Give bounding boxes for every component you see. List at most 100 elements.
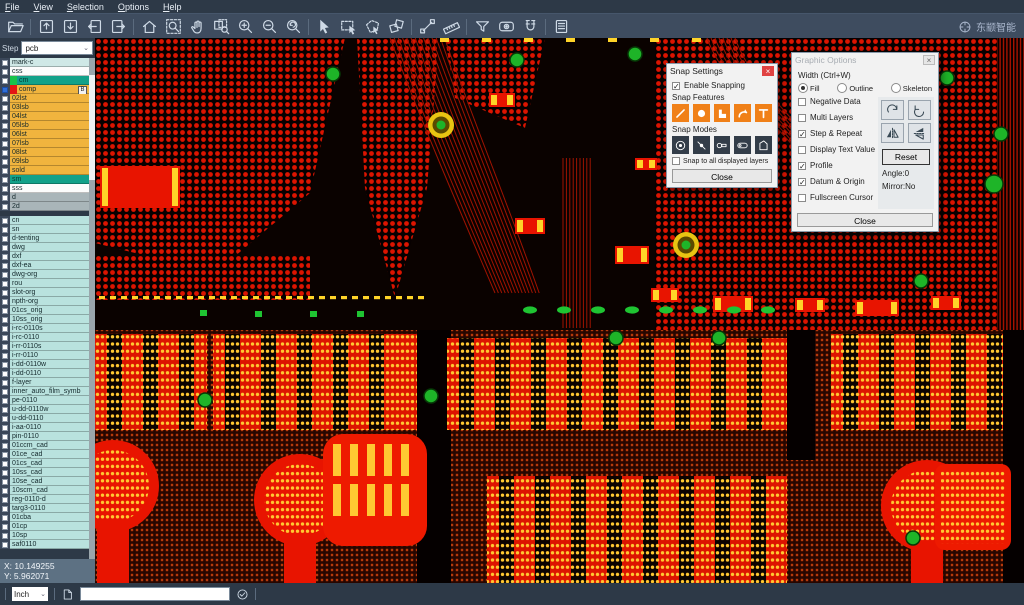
rotate-ccw-button[interactable] xyxy=(908,100,931,120)
layer-row-i-rr-0110[interactable]: i-rr-0110 xyxy=(0,351,95,360)
layer-row-05lsb[interactable]: 05lsb xyxy=(0,121,95,130)
measure-line-button[interactable] xyxy=(415,16,439,38)
layer-visibility-checkbox[interactable] xyxy=(2,497,8,503)
layer-row-07lsb[interactable]: 07lsb xyxy=(0,139,95,148)
pad-snap-button[interactable] xyxy=(693,104,710,122)
menu-view[interactable]: View xyxy=(34,2,53,12)
layer-row-i-rc-0110[interactable]: i-rc-0110 xyxy=(0,333,95,342)
layer-row-sm[interactable]: sm xyxy=(0,175,95,184)
layer-row-01cba[interactable]: 01cba xyxy=(0,513,95,522)
menu-help[interactable]: Help xyxy=(163,2,182,12)
layer-row-css[interactable]: css xyxy=(0,67,95,76)
layer-visibility-checkbox[interactable] xyxy=(2,371,8,377)
layer-visibility-checkbox[interactable] xyxy=(2,461,8,467)
layer-visibility-checkbox[interactable] xyxy=(2,542,8,548)
check-datum-origin[interactable]: Datum & Origin xyxy=(798,177,876,186)
layer-visibility-checkbox[interactable] xyxy=(2,452,8,458)
layer-row-slot-org[interactable]: slot-org xyxy=(0,288,95,297)
layer-visibility-checkbox[interactable] xyxy=(2,506,8,512)
check-fullscreen-cursor[interactable]: Fullscreen Cursor xyxy=(798,193,876,202)
layer-visibility-checkbox[interactable] xyxy=(2,87,8,93)
layer-row-03lsb[interactable]: 03lsb xyxy=(0,103,95,112)
layer-row-i-dd-0110[interactable]: i-dd-0110 xyxy=(0,369,95,378)
home-button[interactable] xyxy=(137,16,161,38)
layer-row-2d[interactable]: 2d xyxy=(0,202,95,211)
layer-visibility-checkbox[interactable] xyxy=(2,114,8,120)
layer-visibility-checkbox[interactable] xyxy=(2,177,8,183)
snap-all-layers-checkbox[interactable] xyxy=(672,157,680,165)
arc-snap-button[interactable] xyxy=(734,104,751,122)
layer-row-sn[interactable]: sn xyxy=(0,225,95,234)
export-button[interactable] xyxy=(106,16,130,38)
select-polygon-button[interactable] xyxy=(360,16,384,38)
layer-row-comp[interactable]: compB xyxy=(0,85,95,94)
pcb-canvas[interactable]: Snap Settings Enable Snapping Snap Featu… xyxy=(95,38,1024,583)
symbol-snap-button[interactable] xyxy=(714,136,731,154)
select-button[interactable] xyxy=(312,16,336,38)
menu-selection[interactable]: Selection xyxy=(67,2,104,12)
snap-dialog-titlebar[interactable]: Snap Settings xyxy=(667,64,777,78)
layer-visibility-checkbox[interactable] xyxy=(2,488,8,494)
layer-visibility-checkbox[interactable] xyxy=(2,204,8,210)
layer-row-rou[interactable]: rou xyxy=(0,279,95,288)
layer-visibility-checkbox[interactable] xyxy=(2,434,8,440)
layer-row-u-dd-0110[interactable]: u-dd-0110 xyxy=(0,414,95,423)
paint-button[interactable] xyxy=(384,16,408,38)
layer-visibility-checkbox[interactable] xyxy=(2,362,8,368)
menu-options[interactable]: Options xyxy=(118,2,149,12)
rotate-cw-button[interactable] xyxy=(881,100,904,120)
layer-row-10ss_orig[interactable]: 10ss_orig xyxy=(0,315,95,324)
layer-row-reg-0110-d[interactable]: reg-0110-d xyxy=(0,495,95,504)
line-snap-button[interactable] xyxy=(672,104,689,122)
radio-skeleton[interactable]: Skeleton xyxy=(891,83,932,93)
ruler-button[interactable] xyxy=(439,16,463,38)
layer-list-scrollbar-thumb[interactable] xyxy=(89,75,95,180)
layer-row-sss[interactable]: sss xyxy=(0,184,95,193)
layer-row-cn[interactable]: cn xyxy=(0,216,95,225)
layer-visibility-checkbox[interactable] xyxy=(2,389,8,395)
layer-visibility-checkbox[interactable] xyxy=(2,60,8,66)
layer-visibility-checkbox[interactable] xyxy=(2,416,8,422)
checkbox[interactable] xyxy=(798,178,806,186)
layer-visibility-checkbox[interactable] xyxy=(2,245,8,251)
layer-visibility-checkbox[interactable] xyxy=(2,150,8,156)
layer-row-06lst[interactable]: 06lst xyxy=(0,130,95,139)
layer-visibility-checkbox[interactable] xyxy=(2,398,8,404)
layer-row-dxf-ea[interactable]: dxf-ea xyxy=(0,261,95,270)
layer-row-dwg-org[interactable]: dwg-org xyxy=(0,270,95,279)
layer-row-dxf[interactable]: dxf xyxy=(0,252,95,261)
pan-button[interactable] xyxy=(185,16,209,38)
layer-visibility-checkbox[interactable] xyxy=(2,218,8,224)
zoom-in-button[interactable] xyxy=(233,16,257,38)
layer-row-04lst[interactable]: 04lst xyxy=(0,112,95,121)
open-button[interactable] xyxy=(3,16,27,38)
layer-row-02lst[interactable]: 02lst xyxy=(0,94,95,103)
checkbox[interactable] xyxy=(798,146,806,154)
layer-visibility-checkbox[interactable] xyxy=(2,236,8,242)
checkbox[interactable] xyxy=(798,98,806,106)
layer-visibility-checkbox[interactable] xyxy=(2,425,8,431)
check-negative-data[interactable]: Negative Data xyxy=(798,97,876,106)
layer-visibility-checkbox[interactable] xyxy=(2,380,8,386)
save-step-button[interactable] xyxy=(34,16,58,38)
layer-row-d-tenting[interactable]: d-tenting xyxy=(0,234,95,243)
layer-visibility-checkbox[interactable] xyxy=(2,254,8,260)
graphic-dialog-close-icon[interactable] xyxy=(923,55,935,65)
layer-visibility-checkbox[interactable] xyxy=(2,443,8,449)
layer-visibility-checkbox[interactable] xyxy=(2,470,8,476)
layer-row-pe-0110[interactable]: pe-0110 xyxy=(0,396,95,405)
layer-row-u-dd-0110w[interactable]: u-dd-0110w xyxy=(0,405,95,414)
layer-row-01cs_cad[interactable]: 01cs_cad xyxy=(0,459,95,468)
radio-fill[interactable]: Fill xyxy=(798,83,820,93)
layer-visibility-checkbox[interactable] xyxy=(2,533,8,539)
save-down-button[interactable] xyxy=(58,16,82,38)
reset-button[interactable]: Reset xyxy=(882,149,930,165)
graphic-close-button[interactable]: Close xyxy=(797,213,933,227)
layer-row-dwg[interactable]: dwg xyxy=(0,243,95,252)
layer-row-10se_cad[interactable]: 10se_cad xyxy=(0,477,95,486)
apply-icon[interactable] xyxy=(236,588,249,601)
snap-dialog-close-icon[interactable] xyxy=(762,66,774,76)
layer-visibility-checkbox[interactable] xyxy=(2,308,8,314)
center-snap-button[interactable] xyxy=(672,136,689,154)
zoom-out-button[interactable] xyxy=(257,16,281,38)
